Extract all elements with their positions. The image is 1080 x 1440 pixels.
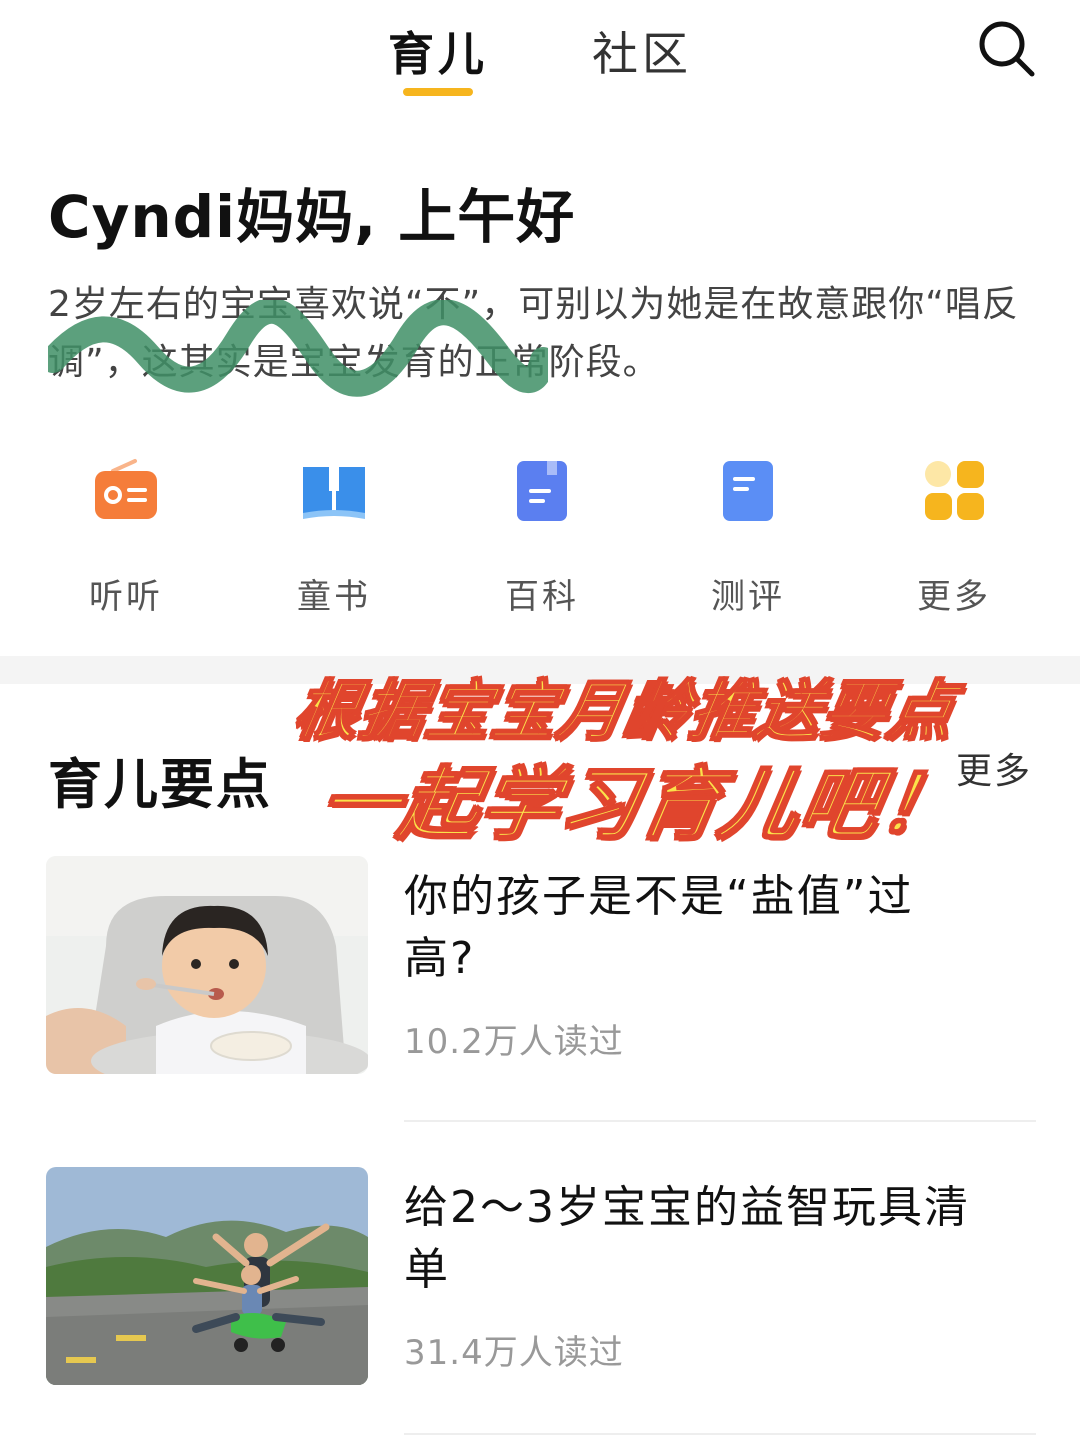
article-read-count: 10.2万人读过 — [404, 1022, 624, 1062]
evaluation-icon — [723, 461, 773, 521]
toddler-eating-image — [46, 856, 368, 1074]
promo-banner-line1: 根据宝宝月龄推送要点 — [287, 674, 962, 750]
section-title: 育儿要点 — [48, 753, 272, 816]
active-tab-indicator — [403, 88, 473, 96]
daily-tip-text: 2岁左右的宝宝喜欢说“不”，可别以为她是在故意跟你“唱反调”，这其实是宝宝发育的… — [48, 284, 1019, 383]
article-title: 给2～3岁宝宝的益智玩具清单 — [404, 1182, 970, 1295]
entry-evaluation[interactable]: 测评 — [668, 455, 828, 618]
article-title: 你的孩子是不是“盐值”过高? — [404, 871, 914, 984]
article-read-count: 31.4万人读过 — [404, 1333, 624, 1373]
article-card[interactable]: 给2～3岁宝宝的益智玩具清单 31.4万人读过 — [46, 1167, 1036, 1439]
search-button[interactable] — [972, 14, 1042, 84]
tab-parenting[interactable]: 育儿 — [388, 18, 488, 84]
article-card[interactable]: 你的孩子是不是“盐值”过高? 10.2万人读过 — [46, 856, 1036, 1126]
entry-listen[interactable]: 听听 — [46, 455, 206, 618]
family-riding-toy-image — [46, 1167, 368, 1385]
encyclopedia-icon — [517, 461, 567, 521]
entry-encyclopedia-label: 百科 — [505, 577, 579, 617]
more-grid-icon — [925, 461, 984, 520]
entry-encyclopedia[interactable]: 百科 — [462, 455, 622, 618]
entry-listen-label: 听听 — [89, 577, 163, 617]
entry-picture-books[interactable]: 童书 — [254, 455, 414, 618]
greeting-title: Cyndi妈妈, 上午好 — [48, 183, 576, 251]
radio-icon — [95, 459, 157, 519]
entry-picture-books-label: 童书 — [297, 577, 371, 617]
article-separator — [404, 1120, 1036, 1122]
open-book-icon — [303, 463, 365, 519]
promo-banner-line2: 一起学习育儿吧！ — [312, 759, 970, 851]
entry-more-label: 更多 — [917, 577, 991, 617]
entry-more[interactable]: 更多 — [874, 455, 1034, 618]
top-tab-bar: 育儿 社区 — [0, 0, 1080, 110]
tab-community[interactable]: 社区 — [592, 18, 692, 84]
quick-entry-row: 听听 童书 百科 测评 更多 — [0, 455, 1080, 625]
search-icon — [979, 21, 1035, 77]
entry-evaluation-label: 测评 — [711, 577, 785, 617]
article-separator — [404, 1433, 1036, 1435]
